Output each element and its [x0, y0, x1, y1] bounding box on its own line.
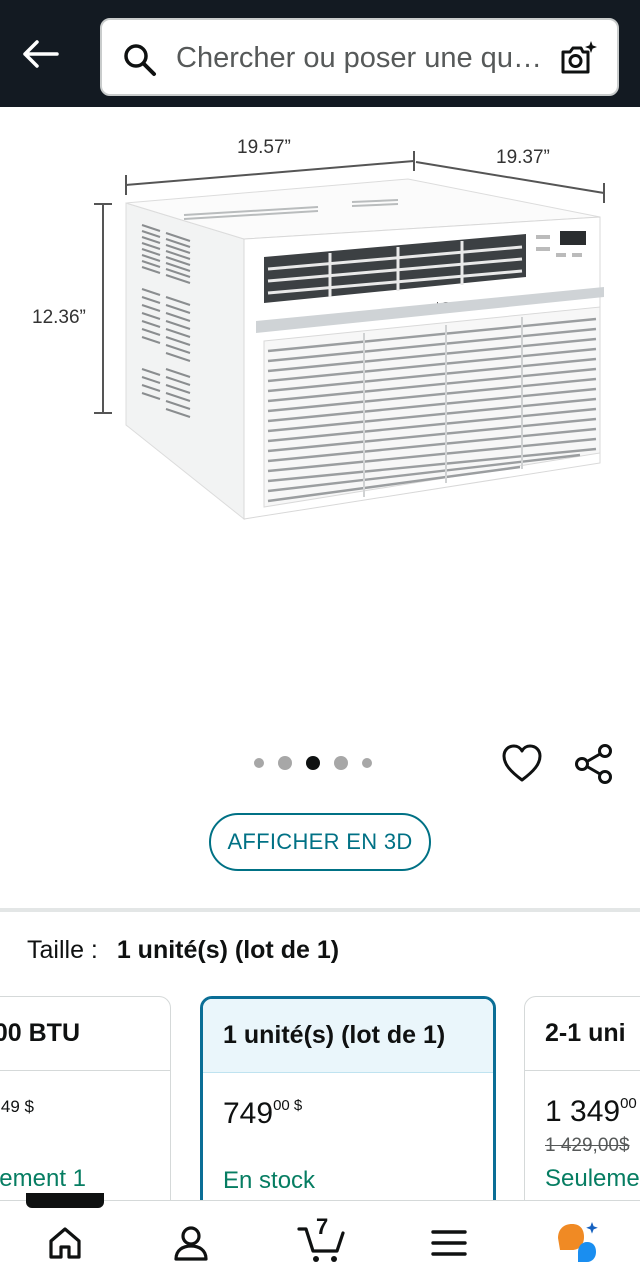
search-placeholder: Chercher ou poser une qu… — [176, 42, 542, 74]
size-options: 00 BTU 49 $ ement 1 1 unité(s) (lot de 1… — [0, 996, 640, 1206]
section-divider — [0, 908, 640, 912]
option-title: 1 unité(s) (lot de 1) — [203, 999, 493, 1073]
price-fraction: 00 $ — [273, 1097, 303, 1114]
option-stock: En stock — [223, 1167, 316, 1194]
carousel-dot[interactable] — [334, 756, 348, 770]
option-price: 1 34900 — [545, 1095, 637, 1129]
tab-menu[interactable] — [424, 1218, 474, 1268]
back-arrow-icon — [23, 40, 59, 68]
cart-count-badge: 7 — [316, 1214, 329, 1239]
size-label: Taille : — [27, 936, 98, 964]
option-title: 00 BTU — [0, 997, 170, 1071]
depth-dimension-label: 19.37” — [496, 147, 550, 168]
product-image[interactable]: LG 19.57” 19.37” 12.36” — [0, 107, 640, 727]
search-input[interactable]: Chercher ou poser une qu… — [100, 18, 619, 96]
heart-icon — [502, 744, 542, 782]
back-button[interactable] — [18, 34, 62, 74]
price-whole: 749 — [223, 1097, 274, 1130]
share-button[interactable] — [572, 742, 616, 786]
option-price: 49 $ — [0, 1097, 34, 1116]
air-conditioner-image: LG — [94, 151, 605, 521]
top-bar: Chercher ou poser une qu… — [0, 0, 640, 107]
option-price: 74900 $ — [223, 1097, 302, 1131]
size-option-card[interactable]: 00 BTU 49 $ ement 1 — [0, 996, 171, 1206]
carousel-dot[interactable] — [278, 756, 292, 770]
option-stock: Seuleme — [545, 1165, 640, 1192]
size-selection: Taille : 1 unité(s) (lot de 1) — [27, 936, 339, 965]
wishlist-button[interactable] — [500, 742, 544, 786]
option-stock: ement 1 — [0, 1165, 86, 1192]
option-title: 2-1 uni — [525, 997, 640, 1071]
size-option-card-selected[interactable]: 1 unité(s) (lot de 1) 74900 $ En stock — [200, 996, 496, 1206]
hamburger-menu-icon — [431, 1230, 467, 1256]
width-dimension-label: 19.57” — [237, 137, 291, 158]
view-3d-button[interactable]: AFFICHER EN 3D — [209, 813, 431, 871]
size-option-card[interactable]: 2-1 uni 1 34900 1 429,00$ Seuleme — [524, 996, 640, 1206]
search-icon — [124, 44, 156, 76]
tab-cart[interactable]: 7 — [296, 1214, 346, 1268]
share-icon — [575, 744, 612, 784]
price-fraction: 00 — [620, 1095, 637, 1112]
assistant-chat-icon — [558, 1222, 598, 1262]
price-whole: 1 349 — [545, 1095, 621, 1128]
image-carousel-dots[interactable] — [254, 750, 386, 776]
carousel-dot[interactable] — [362, 758, 372, 768]
home-icon — [49, 1227, 81, 1259]
carousel-dot-active[interactable] — [306, 756, 320, 770]
size-value: 1 unité(s) (lot de 1) — [116, 936, 340, 964]
tab-rufus-assistant[interactable] — [552, 1218, 602, 1268]
camera-search-icon[interactable] — [557, 38, 599, 80]
tab-home[interactable] — [40, 1218, 90, 1268]
user-icon — [174, 1226, 208, 1261]
carousel-dot[interactable] — [254, 758, 264, 768]
tab-account[interactable] — [166, 1218, 216, 1268]
active-tab-indicator — [26, 1193, 104, 1208]
height-dimension-label: 12.36” — [32, 307, 86, 328]
option-list-price: 1 429,00$ — [545, 1135, 630, 1156]
